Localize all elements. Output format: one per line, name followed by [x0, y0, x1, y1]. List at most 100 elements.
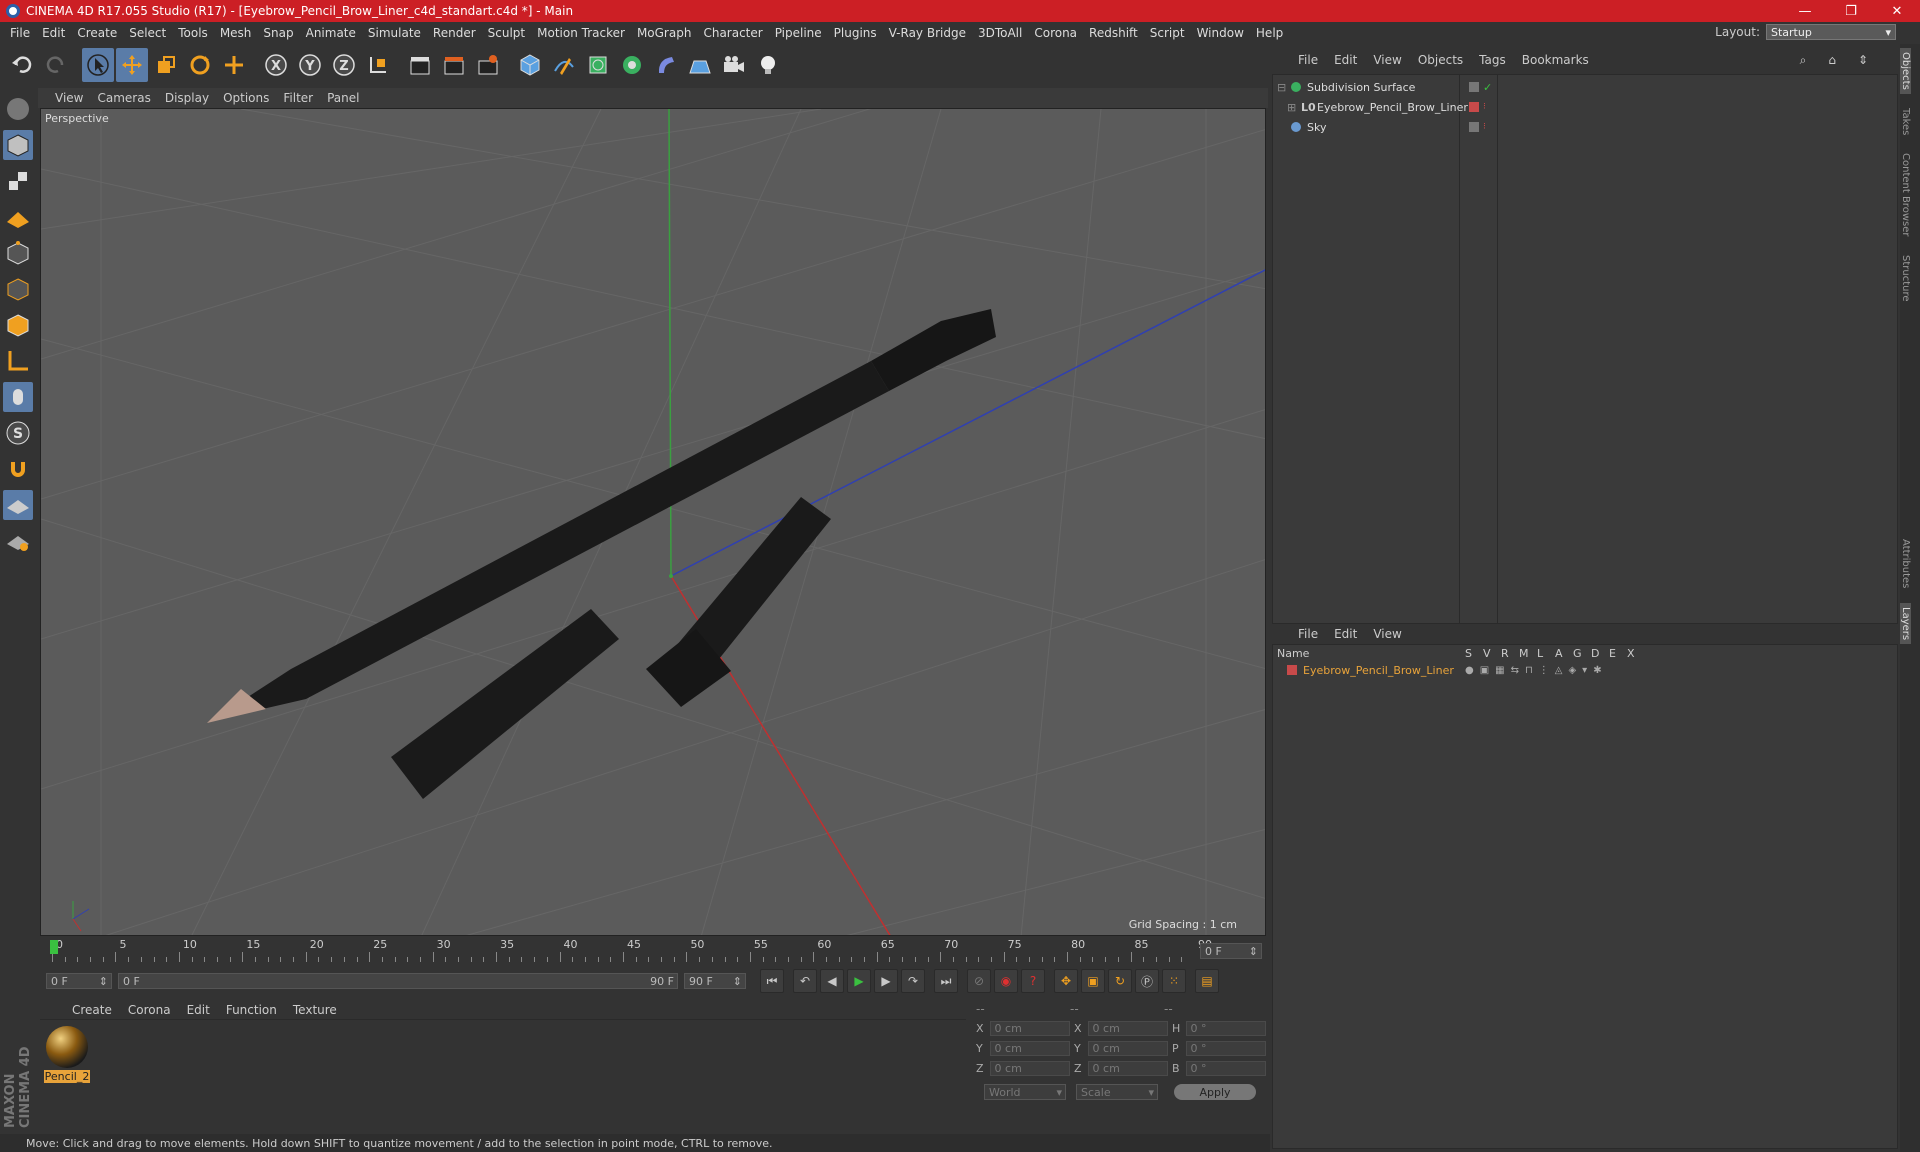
material-menu-create[interactable]: Create [64, 1003, 120, 1017]
next-key-button[interactable]: ↷ [901, 969, 925, 993]
select-tool-button[interactable] [82, 48, 114, 82]
menu-character[interactable]: Character [697, 26, 768, 40]
menu-snap[interactable]: Snap [257, 26, 299, 40]
move-tool-button[interactable] [116, 48, 148, 82]
frame-range-slider[interactable]: 0 F 90 F [118, 973, 678, 989]
x-axis-lock-button[interactable]: X [260, 48, 292, 82]
layer-toggle-icons[interactable]: ●▣▦⇆⊓⋮◬◈▾✱ [1465, 665, 1608, 676]
live-selection-button[interactable] [218, 48, 250, 82]
pos-y-field[interactable]: 0 cm [989, 1040, 1070, 1056]
layers-menu-file[interactable]: File [1290, 627, 1326, 641]
menu-script[interactable]: Script [1144, 26, 1191, 40]
rotate-tool-button[interactable] [184, 48, 216, 82]
rot-p-field[interactable]: 0 ° [1185, 1040, 1266, 1056]
goto-end-button[interactable]: ⏭ [934, 969, 958, 993]
subdivision-surface-button[interactable] [582, 48, 614, 82]
expand-icon[interactable]: ⊞ [1287, 101, 1296, 114]
menu-motion-tracker[interactable]: Motion Tracker [531, 26, 631, 40]
prev-key-button[interactable]: ↶ [793, 969, 817, 993]
objects-menu-view[interactable]: View [1365, 53, 1409, 67]
tweak-mode-button[interactable] [3, 382, 33, 412]
material-menu-edit[interactable]: Edit [179, 1003, 218, 1017]
navigate-icon[interactable]: ⇕ [1850, 53, 1876, 68]
autokey-button[interactable]: ? [1021, 969, 1045, 993]
snap-button[interactable] [3, 454, 33, 484]
menu-vray-bridge[interactable]: V-Ray Bridge [883, 26, 972, 40]
playhead[interactable] [50, 940, 58, 954]
y-axis-lock-button[interactable]: Y [294, 48, 326, 82]
tab-attributes[interactable]: Attributes [1900, 535, 1911, 592]
layers-menu-edit[interactable]: Edit [1326, 627, 1365, 641]
objects-menu-tags[interactable]: Tags [1471, 53, 1514, 67]
viewport-menu-cameras[interactable]: Cameras [90, 91, 157, 105]
tab-content-browser[interactable]: Content Browser [1900, 149, 1911, 240]
checkmark-icon[interactable]: ✓ [1483, 81, 1492, 94]
material-menu-texture[interactable]: Texture [285, 1003, 345, 1017]
viewport-menu-panel[interactable]: Panel [320, 91, 366, 105]
menu-mograph[interactable]: MoGraph [631, 26, 698, 40]
menu-create[interactable]: Create [71, 26, 123, 40]
axis-mode-button[interactable] [3, 346, 33, 376]
viewport-menu-options[interactable]: Options [216, 91, 276, 105]
start-frame-field[interactable]: 0 F ⇕ [46, 973, 112, 989]
menu-file[interactable]: File [4, 26, 36, 40]
layers-menu-view[interactable]: View [1365, 627, 1409, 641]
camera-button[interactable] [718, 48, 750, 82]
points-mode-button[interactable] [3, 238, 33, 268]
layer-row[interactable]: Eyebrow_Pencil_Brow_Liner ●▣▦⇆⊓⋮◬◈▾✱ [1273, 661, 1897, 679]
home-icon[interactable]: ⌂ [1820, 53, 1844, 68]
scale-tool-button[interactable] [150, 48, 182, 82]
material-menu-function[interactable]: Function [218, 1003, 285, 1017]
play-button[interactable]: ▶ [847, 969, 871, 993]
redo-button[interactable] [40, 48, 72, 82]
timeline-ruler[interactable]: 051015202530354045505560657075808590 0 F… [40, 938, 1266, 964]
menu-render[interactable]: Render [427, 26, 482, 40]
coordinate-system-button[interactable] [362, 48, 394, 82]
menu-window[interactable]: Window [1191, 26, 1250, 40]
viewport-menu-display[interactable]: Display [158, 91, 216, 105]
pos-x-field[interactable]: 0 cm [989, 1020, 1070, 1036]
key-position-button[interactable]: ✥ [1054, 969, 1078, 993]
objects-menu-bookmarks[interactable]: Bookmarks [1514, 53, 1597, 67]
next-frame-button[interactable]: ▶ [874, 969, 898, 993]
rot-b-field[interactable]: 0 ° [1185, 1060, 1266, 1076]
menu-plugins[interactable]: Plugins [828, 26, 883, 40]
viewport-menu-view[interactable]: View [48, 91, 90, 105]
goto-start-button[interactable]: ⏮ [760, 969, 784, 993]
deformer-button[interactable] [650, 48, 682, 82]
key-scale-button[interactable]: ▣ [1081, 969, 1105, 993]
end-frame-field[interactable]: 90 F ⇕ [684, 973, 746, 989]
pen-spline-button[interactable] [548, 48, 580, 82]
texture-mode-button[interactable] [3, 166, 33, 196]
key-rotation-button[interactable]: ↻ [1108, 969, 1132, 993]
make-editable-button[interactable] [3, 94, 33, 124]
material-menu-corona[interactable]: Corona [120, 1003, 179, 1017]
undo-button[interactable] [6, 48, 38, 82]
menu-tools[interactable]: Tools [172, 26, 214, 40]
key-pla-button[interactable]: ⁙ [1162, 969, 1186, 993]
cloner-button[interactable] [616, 48, 648, 82]
tab-layers[interactable]: Layers [1900, 602, 1911, 644]
tab-objects[interactable]: Objects [1900, 48, 1911, 94]
search-icon[interactable]: ⌕ [1792, 53, 1815, 68]
objects-menu-objects[interactable]: Objects [1410, 53, 1471, 67]
maximize-button[interactable]: ❐ [1828, 0, 1874, 22]
edges-mode-button[interactable] [3, 274, 33, 304]
floor-button[interactable] [684, 48, 716, 82]
menu-pipeline[interactable]: Pipeline [769, 26, 828, 40]
menu-3dtoall[interactable]: 3DToAll [972, 26, 1028, 40]
apply-button[interactable]: Apply [1174, 1084, 1256, 1100]
size-x-field[interactable]: 0 cm [1087, 1020, 1168, 1036]
pos-z-field[interactable]: 0 cm [989, 1060, 1070, 1076]
menu-simulate[interactable]: Simulate [362, 26, 427, 40]
scale-dropdown[interactable]: Scale ▾ [1076, 1084, 1158, 1100]
tab-takes[interactable]: Takes [1900, 104, 1911, 139]
visibility-dots[interactable]: ⁝ [1483, 102, 1486, 112]
menu-edit[interactable]: Edit [36, 26, 71, 40]
workplane-lock-button[interactable] [3, 490, 33, 520]
object-row-eyebrow-pencil[interactable]: ⊞ L0 Eyebrow_Pencil_Brow_Liner ⁝ [1273, 97, 1897, 117]
object-row-sky[interactable]: Sky ⁝ [1273, 117, 1897, 137]
size-z-field[interactable]: 0 cm [1087, 1060, 1168, 1076]
light-button[interactable] [752, 48, 784, 82]
minimize-button[interactable]: — [1782, 0, 1828, 22]
